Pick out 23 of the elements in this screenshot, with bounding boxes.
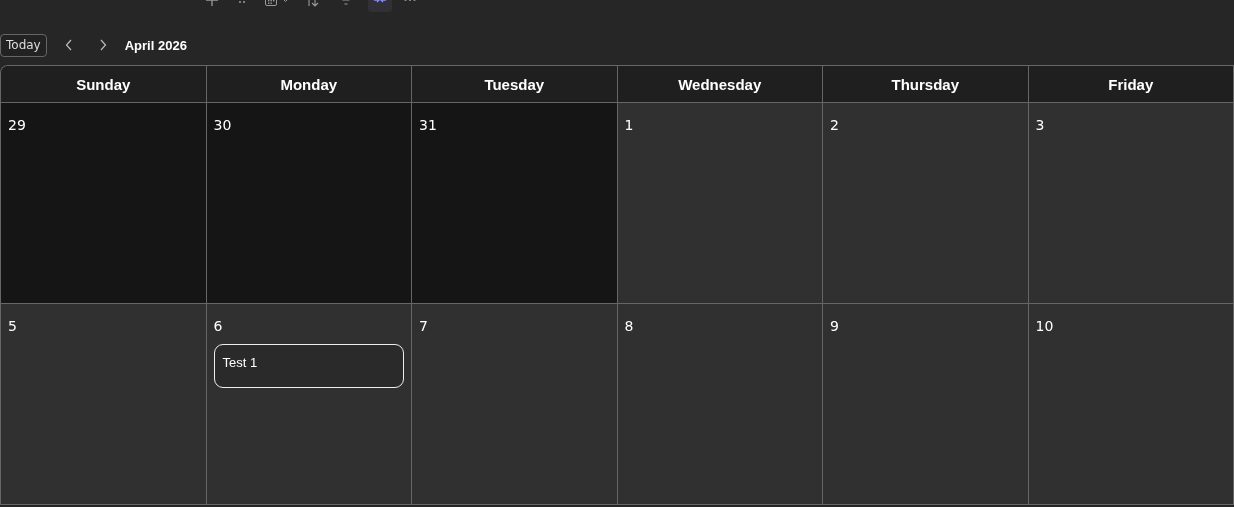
weekday-header: Sunday — [1, 66, 207, 103]
chevron-right-icon — [98, 39, 107, 51]
weekday-header: Wednesday — [617, 66, 823, 103]
day-number: 2 — [830, 117, 839, 133]
day-number: 6 — [213, 318, 223, 334]
weekday-header: Tuesday — [412, 66, 618, 103]
day-number: 31 — [419, 117, 437, 133]
day-number: 5 — [8, 318, 17, 334]
month-title: April 2026 — [124, 37, 187, 53]
weekday-header: Friday — [1028, 66, 1234, 103]
day-number: 3 — [1035, 117, 1045, 133]
day-number: 29 — [8, 117, 26, 133]
today-button[interactable]: Today — [0, 33, 47, 57]
day-number: 30 — [213, 117, 232, 133]
day-number: 10 — [1035, 318, 1054, 334]
event-card[interactable]: Test 1 — [213, 344, 404, 388]
day-number: 8 — [624, 318, 634, 334]
day-number: 1 — [624, 117, 634, 133]
day-number: 7 — [419, 318, 428, 334]
weekday-header: Monday — [206, 66, 412, 103]
weekday-header: Thursday — [823, 66, 1029, 103]
day-number: 9 — [830, 318, 839, 334]
chevron-left-icon — [64, 39, 73, 51]
